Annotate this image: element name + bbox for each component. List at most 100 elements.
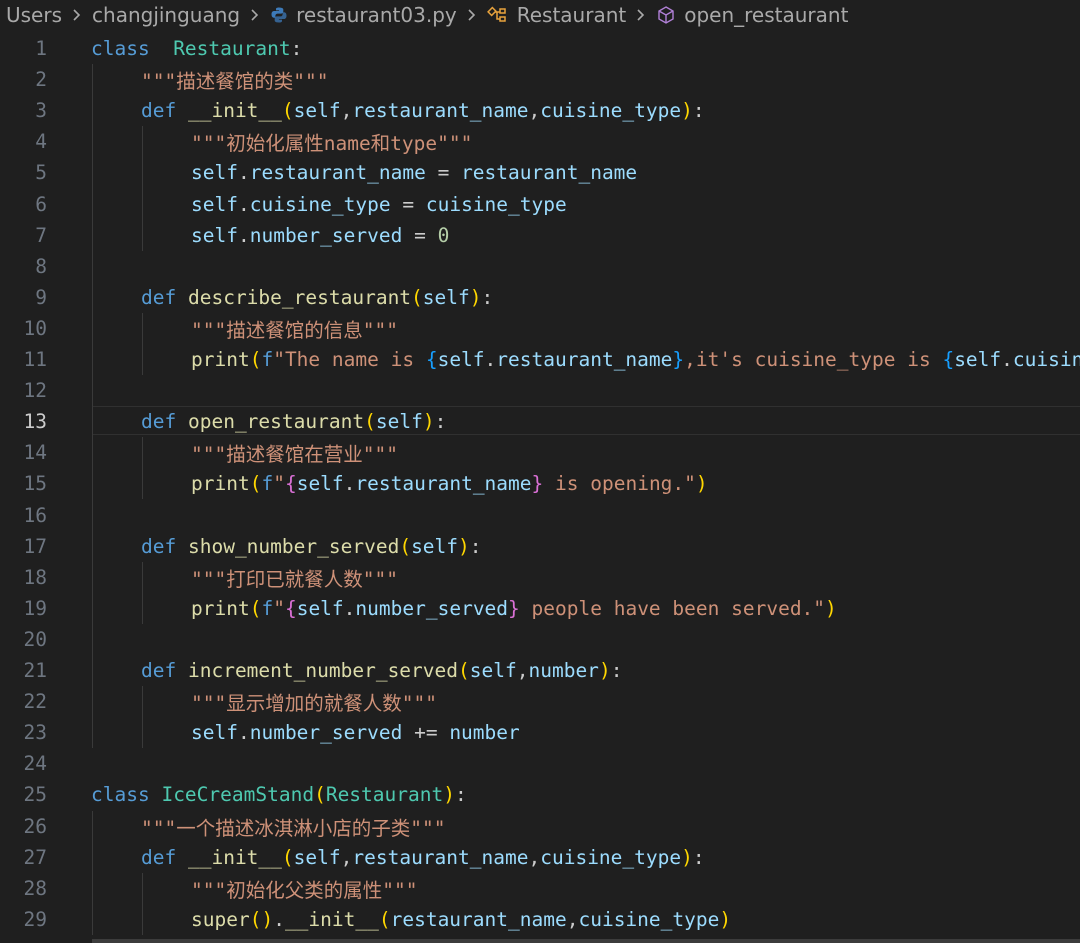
code-token: cuisine_type <box>540 845 682 869</box>
code-token: " <box>273 596 285 620</box>
code-line[interactable]: 18 """打印已就餐人数""" <box>0 562 1080 593</box>
line-number: 28 <box>23 876 47 900</box>
code-line[interactable]: 10 """描述餐馆的信息""" <box>0 313 1080 344</box>
code-token: : <box>481 285 494 309</box>
code-line[interactable]: 3 def __init__(self,restaurant_name,cuisi… <box>0 95 1080 126</box>
line-number: 24 <box>23 752 47 776</box>
code-line[interactable]: 16 <box>0 500 1080 531</box>
code-token: " <box>273 472 285 496</box>
code-line[interactable]: 4 """初始化属性name和type""" <box>0 126 1080 157</box>
code-line[interactable]: 12 <box>0 375 1080 406</box>
code-token: self <box>191 223 238 247</box>
code-line[interactable]: 2 """描述餐馆的类""" <box>0 64 1080 95</box>
code-line[interactable]: 20 <box>0 624 1080 655</box>
code-token: is opening." <box>543 472 696 496</box>
code-line[interactable]: 9 def describe_restaurant(self): <box>0 282 1080 313</box>
code-token: IceCreamStand <box>161 783 315 807</box>
code-line[interactable]: 27 def __init__(self,restaurant_name,cuis… <box>0 842 1080 873</box>
indent-guide <box>142 312 143 376</box>
code-token: = <box>402 223 438 247</box>
code-token: self <box>191 161 238 185</box>
breadcrumb-item-1[interactable]: changjinguang <box>92 3 240 27</box>
code-token: ( <box>314 783 326 807</box>
code-token: increment_number_served <box>187 659 459 682</box>
code-token: """描述餐馆在营业""" <box>191 443 398 467</box>
code-token: , <box>340 99 353 123</box>
horizontal-scrollbar[interactable] <box>92 939 1080 943</box>
line-number: 15 <box>23 472 47 496</box>
code-token: super <box>191 907 250 931</box>
code-token: """一个描述冰淇淋小店的子类""" <box>141 816 446 840</box>
code-line[interactable]: 21 def increment_number_served(self,numbe… <box>0 655 1080 686</box>
code-token: , <box>528 99 541 123</box>
code-line[interactable]: 13 def open_restaurant(self): <box>0 406 1080 437</box>
code-line[interactable]: 11 print(f"The name is {self.restaurant_n… <box>0 344 1080 375</box>
code-token: self <box>375 410 423 434</box>
code-token: """初始化属性name和type""" <box>191 132 473 156</box>
code-token: restaurant_name <box>249 161 426 185</box>
code-line[interactable]: 7 self.number_served = 0 <box>0 220 1080 251</box>
breadcrumb-item-0[interactable]: Users <box>6 3 62 27</box>
code-line[interactable]: 15 print(f"{self.restaurant_name} is open… <box>0 468 1080 499</box>
code-text: print(f"{self.number_served} people have… <box>191 597 837 620</box>
code-token: def <box>141 659 177 682</box>
code-token: ) <box>458 534 470 558</box>
code-token: self <box>422 285 470 309</box>
code-token: restaurant_name <box>461 161 638 185</box>
code-token: """显示增加的就餐人数""" <box>191 692 437 716</box>
code-text: """描述餐馆的类""" <box>141 65 328 94</box>
code-line[interactable]: 14 """描述餐馆在营业""" <box>0 437 1080 468</box>
code-token: self <box>469 659 517 682</box>
code-token: : <box>454 783 467 807</box>
breadcrumb-item-2[interactable]: restaurant03.py <box>270 3 457 27</box>
code-token: "The name is <box>273 348 426 371</box>
code-token: restaurant_name <box>496 348 673 371</box>
code-token: self <box>293 99 341 123</box>
code-token: cuisine_type <box>425 192 567 216</box>
code-text: """一个描述冰淇淋小店的子类""" <box>141 812 445 841</box>
breadcrumb-item-4[interactable]: open_restaurant <box>656 3 848 27</box>
code-token: cuisine_type <box>1012 348 1080 371</box>
line-number: 3 <box>35 99 47 123</box>
code-text: class IceCreamStand(Restaurant): <box>91 783 467 806</box>
code-text: def increment_number_served(self,number)… <box>141 659 622 682</box>
code-line[interactable]: 17 def show_number_served(self): <box>0 531 1080 562</box>
code-token: number_served <box>249 223 403 247</box>
code-token: : <box>610 659 623 682</box>
code-token: self <box>191 192 238 216</box>
code-token: self <box>954 348 1002 371</box>
code-token: print <box>191 472 250 496</box>
code-token: class <box>91 783 150 807</box>
code-token: describe_restaurant <box>187 285 412 309</box>
code-line[interactable]: 8 <box>0 251 1080 282</box>
code-token: . <box>343 472 356 496</box>
code-line[interactable]: 24 <box>0 748 1080 779</box>
code-token: """描述餐馆的信息""" <box>191 318 398 342</box>
code-line[interactable]: 23 self.number_served += number <box>0 717 1080 748</box>
code-token: def <box>141 285 177 309</box>
code-token: 0 <box>437 223 450 247</box>
code-line[interactable]: 19 print(f"{self.number_served} people ha… <box>0 593 1080 624</box>
code-line[interactable]: 6 self.cuisine_type = cuisine_type <box>0 189 1080 220</box>
line-number: 23 <box>23 721 47 745</box>
code-line[interactable]: 25 class IceCreamStand(Restaurant): <box>0 779 1080 810</box>
code-line[interactable]: 1 class Restaurant: <box>0 33 1080 64</box>
line-number: 11 <box>23 348 47 371</box>
code-token: def <box>141 534 177 558</box>
code-line[interactable]: 29 super().__init__(restaurant_name,cuisi… <box>0 904 1080 935</box>
code-editor[interactable]: 1 class Restaurant: 2 """描述餐馆的类""" 3 def __in… <box>0 30 1080 943</box>
code-token: ) <box>695 472 708 496</box>
code-line[interactable]: 22 """显示增加的就餐人数""" <box>0 686 1080 717</box>
code-token: } <box>508 596 520 620</box>
code-line[interactable]: 26 """一个描述冰淇淋小店的子类""" <box>0 811 1080 842</box>
breadcrumb-item-3[interactable]: Restaurant <box>486 3 626 27</box>
code-line[interactable]: 5 self.restaurant_name = restaurant_name <box>0 157 1080 188</box>
code-token: . <box>237 721 250 745</box>
code-line[interactable]: 28 """初始化父类的属性""" <box>0 873 1080 904</box>
code-token: print <box>191 348 250 371</box>
indent-guide <box>142 126 143 251</box>
